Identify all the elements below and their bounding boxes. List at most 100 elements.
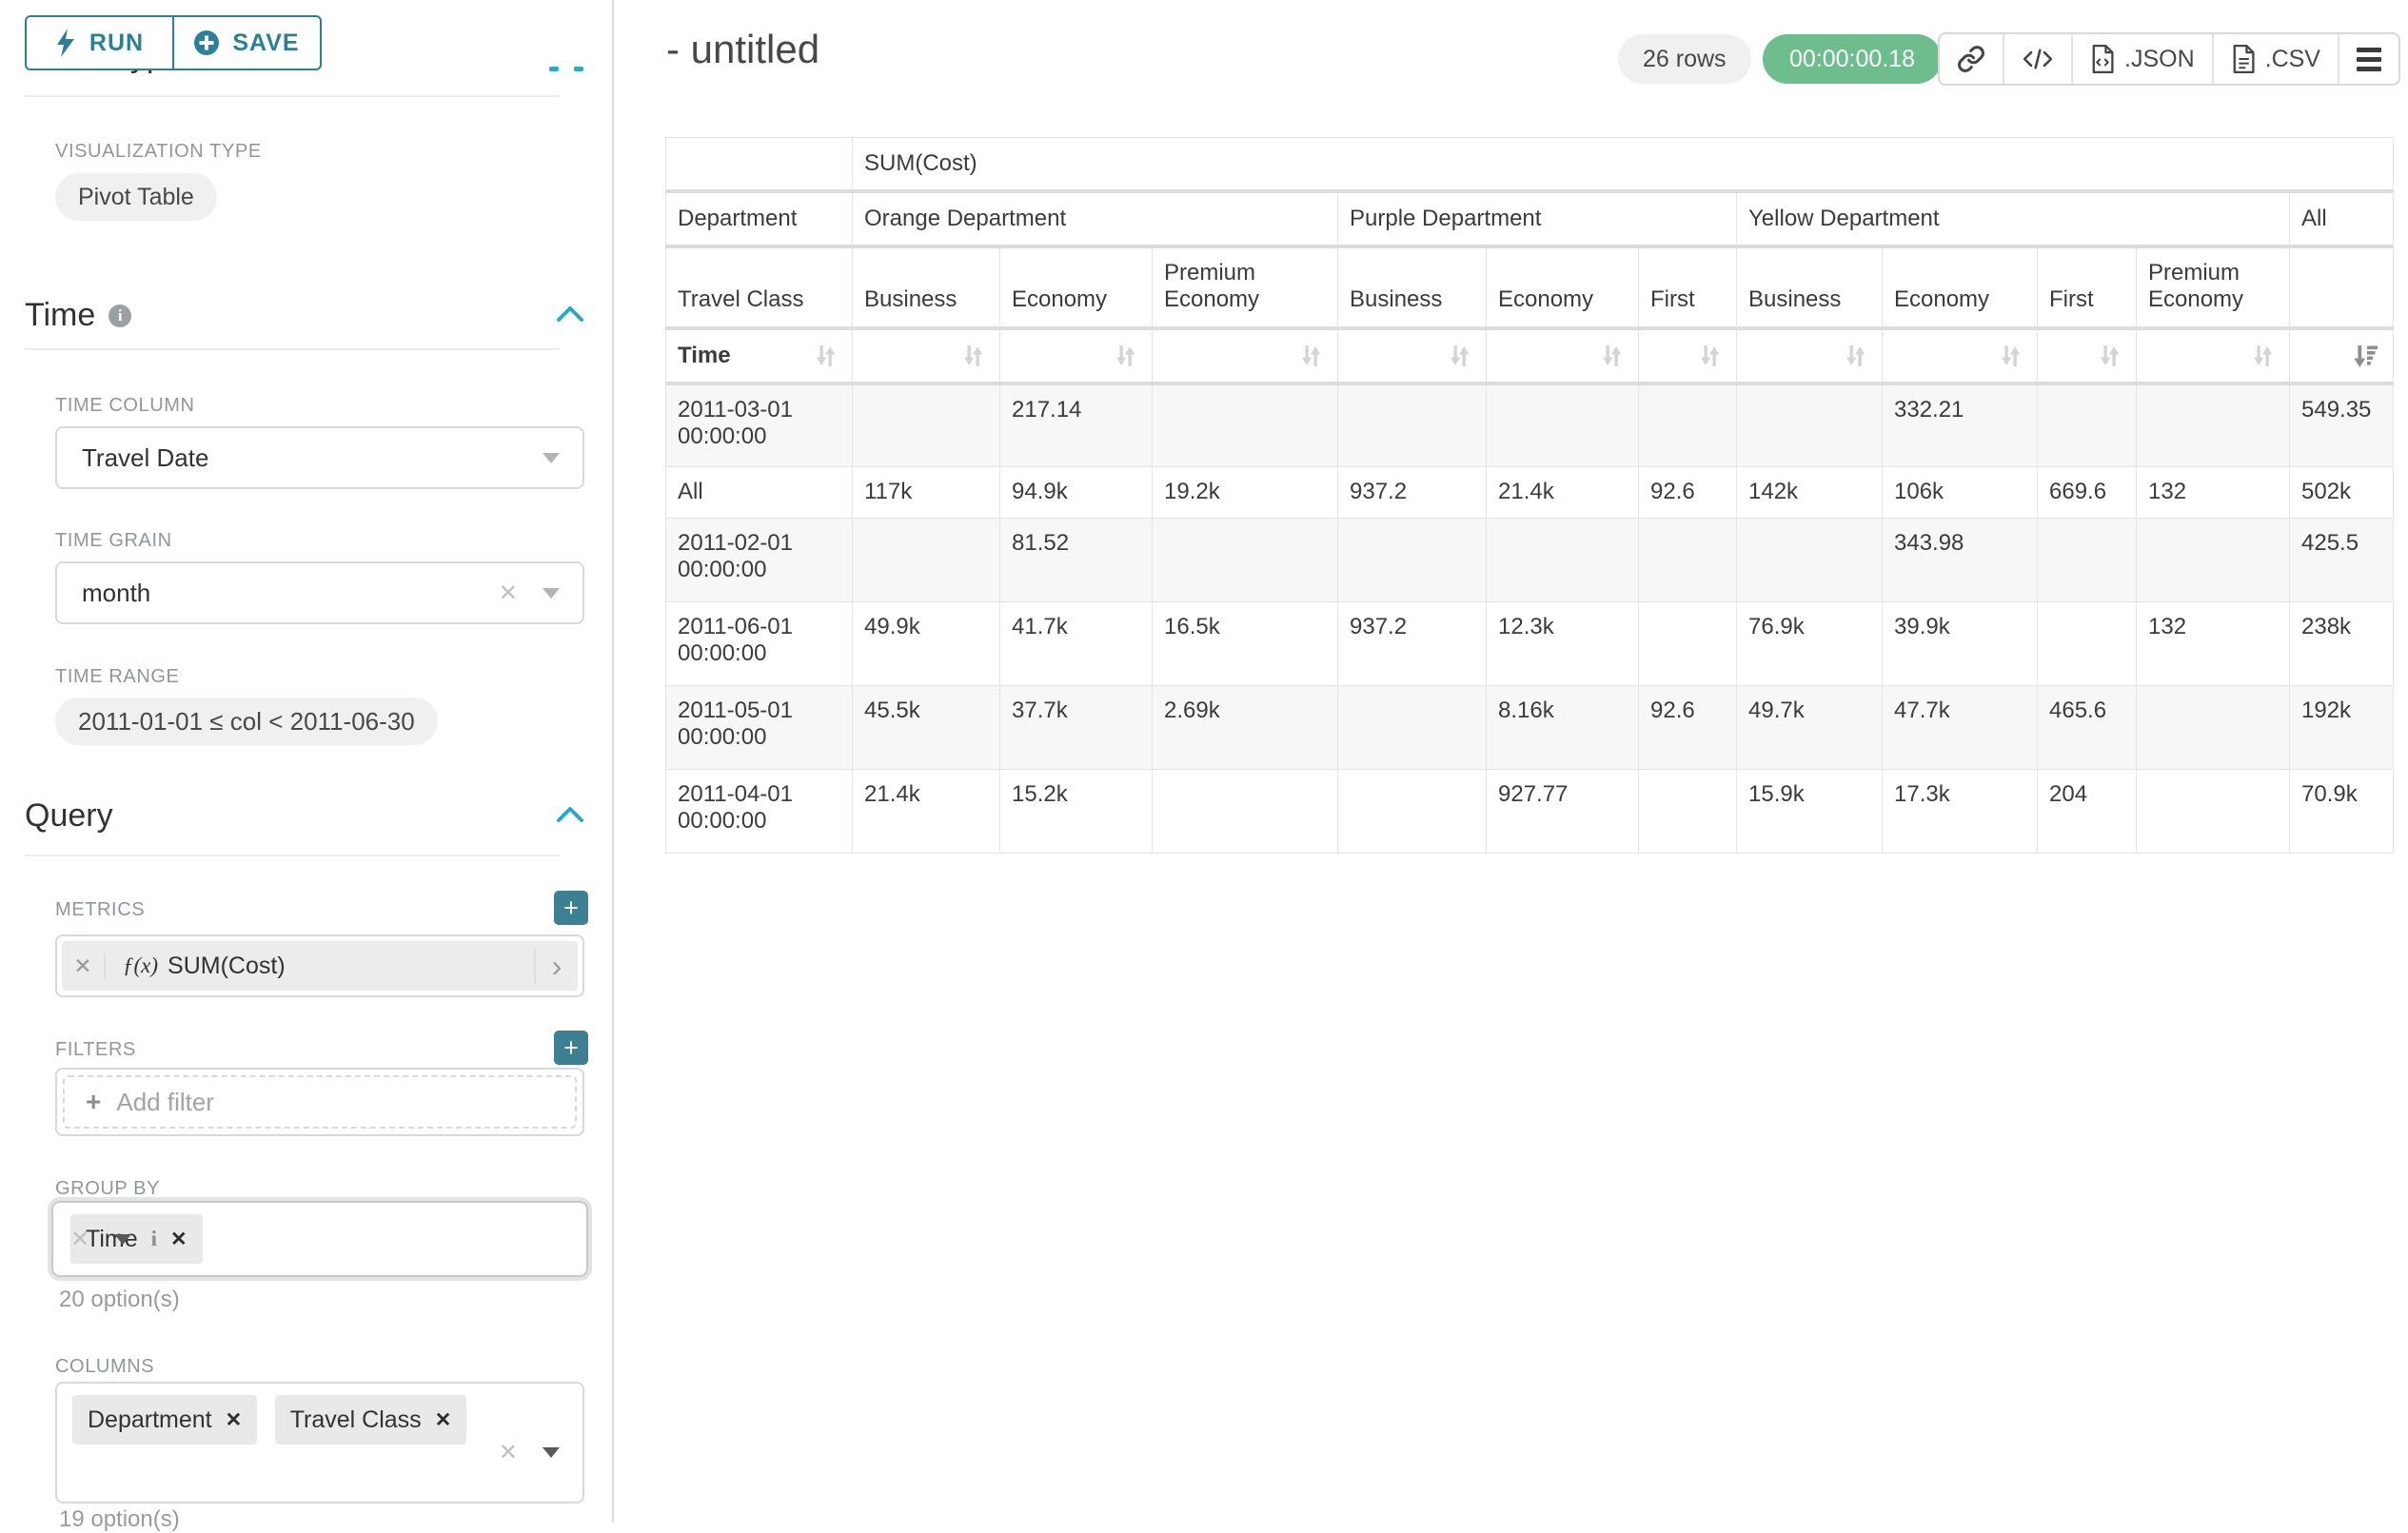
value-cell — [2038, 519, 2137, 602]
divider — [25, 348, 560, 350]
add-filter-button[interactable]: + Add filter — [63, 1075, 577, 1129]
chevron-down-icon[interactable] — [543, 1447, 560, 1458]
select-controls: ✕ — [70, 1226, 131, 1253]
col-header: First — [2038, 246, 2137, 328]
add-metric-button[interactable]: + — [554, 891, 588, 925]
sort-header-cell[interactable] — [853, 328, 1000, 383]
sort-header-cell[interactable] — [1487, 328, 1639, 383]
sort-header-cell[interactable]: Time — [666, 328, 853, 383]
value-cell: 238k — [2290, 602, 2394, 686]
more-options-button[interactable] — [2338, 34, 2398, 84]
table-row: 2011-03-01 00:00:00217.14332.21549.35 — [666, 383, 2394, 467]
value-cell: 76.9k — [1737, 602, 1883, 686]
value-cell — [1639, 602, 1737, 686]
sort-header-cell[interactable] — [2137, 328, 2290, 383]
sort-icon — [810, 342, 840, 370]
sort-header-cell[interactable] — [1000, 328, 1153, 383]
col-group-header: Purple Department — [1338, 191, 1737, 246]
value-cell — [2137, 770, 2290, 854]
time-column-select[interactable]: Travel Date — [55, 426, 584, 489]
pivot-table: SUM(Cost)DepartmentOrange DepartmentPurp… — [665, 137, 2394, 854]
plus-circle-icon — [194, 30, 219, 55]
time-grain-select[interactable]: month ✕ — [55, 561, 584, 624]
sort-header-cell[interactable] — [2290, 328, 2394, 383]
scrolled-control-mark — [574, 67, 583, 71]
value-cell: 343.98 — [1883, 519, 2038, 602]
function-icon: ƒ(x) — [123, 953, 158, 978]
json-file-icon — [2090, 45, 2115, 73]
remove-tag-icon[interactable]: ✕ — [226, 1408, 243, 1432]
value-cell — [1338, 686, 1487, 770]
value-cell — [1639, 770, 1737, 854]
chevron-right-icon[interactable]: › — [534, 949, 578, 984]
value-cell: 16.5k — [1153, 602, 1338, 686]
value-cell: 15.2k — [1000, 770, 1153, 854]
viz-type-pill[interactable]: Pivot Table — [55, 173, 217, 221]
add-filter-plus-button[interactable]: + — [554, 1031, 588, 1065]
value-cell: 549.35 — [2290, 383, 2394, 467]
table-row: 2011-04-01 00:00:0021.4k15.2k927.7715.9k… — [666, 770, 2394, 854]
group-by-hint: 20 option(s) — [59, 1287, 180, 1313]
value-cell: 117k — [853, 467, 1000, 519]
metric-pill[interactable]: ✕ ƒ(x) SUM(Cost) › — [62, 941, 578, 991]
columns-hint: 19 option(s) — [59, 1506, 180, 1533]
scrolled-control-mark — [549, 67, 559, 71]
value-cell — [1639, 383, 1737, 467]
sort-icon — [957, 342, 988, 370]
time-range-pill[interactable]: 2011-01-01 ≤ col < 2011-06-30 — [55, 698, 438, 745]
sort-icon — [1694, 342, 1725, 370]
value-cell — [2137, 383, 2290, 467]
value-cell: 425.5 — [2290, 519, 2394, 602]
remove-metric-icon[interactable]: ✕ — [62, 953, 106, 979]
value-cell: 2.69k — [1153, 686, 1338, 770]
chart-title[interactable]: - untitled — [666, 27, 819, 72]
value-cell: 49.9k — [853, 602, 1000, 686]
divider — [25, 855, 560, 856]
value-cell: 15.9k — [1737, 770, 1883, 854]
sort-header-cell[interactable] — [2038, 328, 2137, 383]
col-group-header: All — [2290, 191, 2394, 246]
value-cell: 37.7k — [1000, 686, 1153, 770]
sort-icon — [1444, 342, 1474, 370]
value-cell — [2137, 686, 2290, 770]
group-by-select[interactable]: Time i ✕ ✕ — [51, 1201, 588, 1277]
plus-icon: + — [86, 1087, 101, 1117]
chevron-up-icon[interactable] — [556, 805, 584, 824]
clear-icon[interactable]: ✕ — [70, 1226, 89, 1253]
pivot-table-container: SUM(Cost)DepartmentOrange DepartmentPurp… — [665, 137, 2394, 854]
sort-header-cell[interactable] — [1153, 328, 1338, 383]
col-header: Economy — [1000, 246, 1153, 328]
clear-icon[interactable]: ✕ — [499, 580, 518, 607]
clear-icon[interactable]: ✕ — [499, 1439, 518, 1466]
remove-tag-icon[interactable]: ✕ — [170, 1228, 188, 1251]
sort-header-cell[interactable] — [1883, 328, 2038, 383]
value-cell: 217.14 — [1000, 383, 1153, 467]
remove-tag-icon[interactable]: ✕ — [435, 1408, 452, 1432]
run-button[interactable]: RUN — [27, 17, 172, 69]
value-cell: 70.9k — [2290, 770, 2394, 854]
value-cell: 192k — [2290, 686, 2394, 770]
export-csv-button[interactable]: .CSV — [2212, 34, 2338, 84]
export-json-button[interactable]: .JSON — [2071, 34, 2212, 84]
query-section-header[interactable]: Query — [25, 797, 113, 835]
embed-code-button[interactable] — [2003, 34, 2071, 84]
chevron-down-icon[interactable] — [114, 1234, 131, 1245]
csv-file-icon — [2231, 45, 2256, 73]
sort-header-cell[interactable] — [1338, 328, 1487, 383]
chevron-up-icon[interactable] — [556, 305, 584, 324]
time-section-header[interactable]: Time i — [25, 297, 131, 334]
query-timer-badge: 00:00:00.18 — [1763, 34, 1942, 84]
col-header: Premium Economy — [2137, 246, 2290, 328]
col-header: First — [1639, 246, 1737, 328]
value-cell: 8.16k — [1487, 686, 1639, 770]
col-header: Business — [1338, 246, 1487, 328]
time-grain-value: month — [57, 579, 150, 608]
copy-link-button[interactable] — [1940, 34, 2003, 84]
columns-tag: Travel Class ✕ — [275, 1395, 467, 1445]
value-cell: 21.4k — [853, 770, 1000, 854]
control-panel-sidebar: Chart Type RUN SAVE VISUALIZATION TYPE P… — [0, 0, 614, 1523]
columns-select[interactable]: Department ✕ Travel Class ✕ ✕ — [55, 1382, 584, 1504]
sort-header-cell[interactable] — [1737, 328, 1883, 383]
save-button[interactable]: SAVE — [172, 17, 320, 69]
sort-header-cell[interactable] — [1639, 328, 1737, 383]
